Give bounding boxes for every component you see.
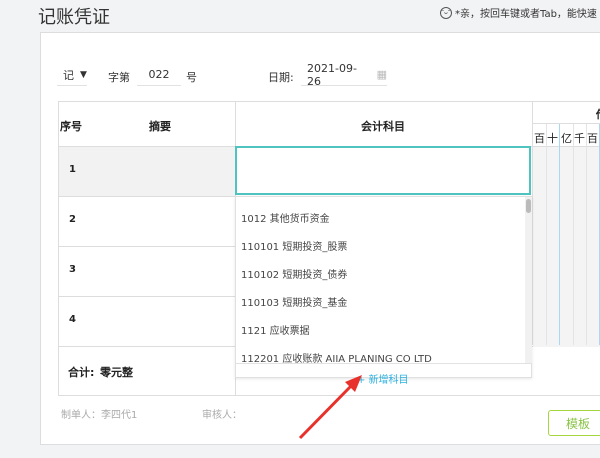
red-arrow-annotation — [298, 375, 362, 440]
